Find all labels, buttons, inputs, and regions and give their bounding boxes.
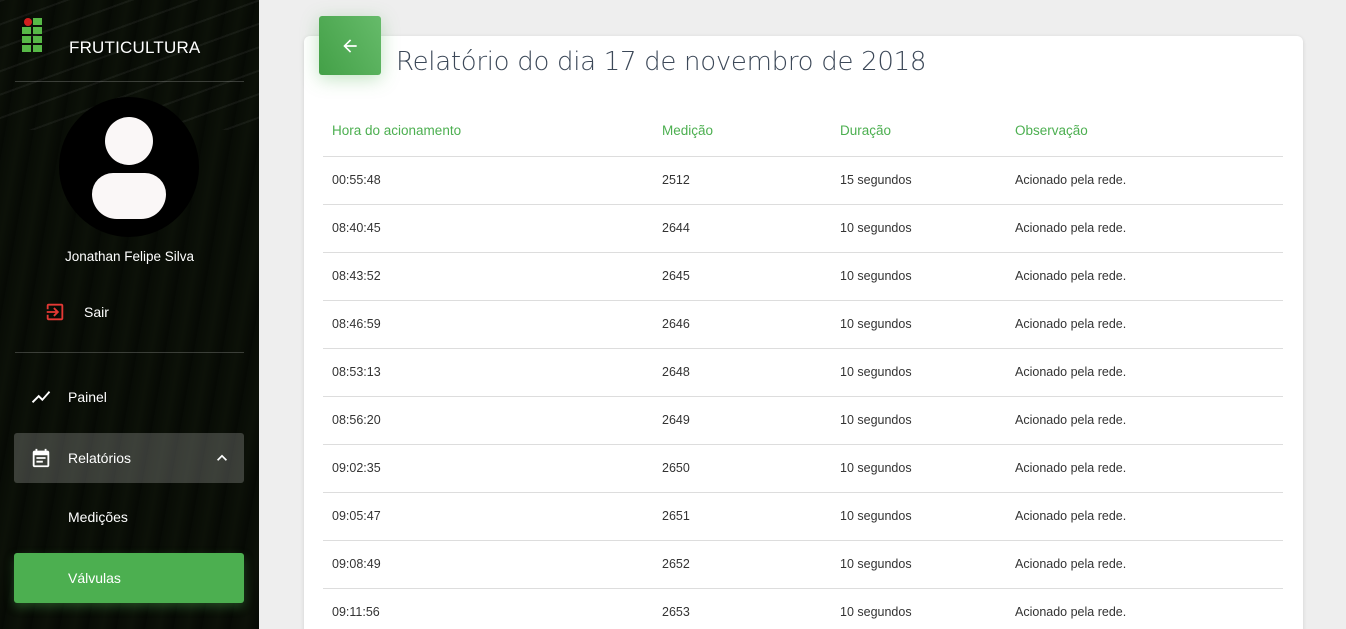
cell-time: 08:43:52 <box>323 252 653 301</box>
table-row: 08:46:59 2646 10 segundos Acionado pela … <box>323 300 1283 349</box>
table-row: 09:05:47 2651 10 segundos Acionado pela … <box>323 492 1283 541</box>
cell-duration: 10 segundos <box>831 204 1006 253</box>
chevron-up-icon[interactable] <box>212 448 232 471</box>
avatar <box>59 97 199 237</box>
cell-measurement: 2653 <box>653 588 831 629</box>
nav-item-valvulas[interactable]: Válvulas <box>14 553 244 603</box>
logo-icon <box>22 18 48 52</box>
logout-button[interactable]: Sair <box>44 298 234 326</box>
table-row: 09:02:35 2650 10 segundos Acionado pela … <box>323 444 1283 493</box>
cell-duration: 10 segundos <box>831 492 1006 541</box>
cell-duration: 10 segundos <box>831 348 1006 397</box>
user-name: Jonathan Felipe Silva <box>64 249 195 264</box>
cell-measurement: 2651 <box>653 492 831 541</box>
cell-time: 09:11:56 <box>323 588 653 629</box>
nav-label-valvulas: Válvulas <box>68 570 121 586</box>
table-header-row: Hora do acionamento Medição Duração Obse… <box>323 105 1283 157</box>
column-header: Medição <box>653 105 831 157</box>
nav-label-painel: Painel <box>68 389 107 405</box>
column-header: Observação <box>1006 105 1283 157</box>
divider <box>15 81 244 82</box>
cell-duration: 10 segundos <box>831 252 1006 301</box>
cell-time: 00:55:48 <box>323 156 653 205</box>
cell-measurement: 2652 <box>653 540 831 589</box>
exit-icon <box>46 303 64 321</box>
table-row: 08:43:52 2645 10 segundos Acionado pela … <box>323 252 1283 301</box>
cell-measurement: 2646 <box>653 300 831 349</box>
cell-time: 08:40:45 <box>323 204 653 253</box>
cell-duration: 15 segundos <box>831 156 1006 205</box>
brand-name: FRUTICULTURA <box>69 38 201 57</box>
cell-duration: 10 segundos <box>831 444 1006 493</box>
cell-observation: Acionado pela rede. <box>1006 204 1283 253</box>
trending-icon <box>30 386 52 408</box>
cell-duration: 10 segundos <box>831 300 1006 349</box>
cell-observation: Acionado pela rede. <box>1006 300 1283 349</box>
nav-item-relatorios[interactable]: Relatórios <box>14 433 244 483</box>
cell-measurement: 2512 <box>653 156 831 205</box>
calendar-icon <box>30 447 52 469</box>
cell-measurement: 2645 <box>653 252 831 301</box>
nav-label-medicoes: Medições <box>68 509 128 525</box>
column-header: Duração <box>831 105 1006 157</box>
table-row: 08:53:13 2648 10 segundos Acionado pela … <box>323 348 1283 397</box>
back-button[interactable] <box>319 16 381 75</box>
table-row: 00:55:48 2512 15 segundos Acionado pela … <box>323 156 1283 205</box>
cell-time: 09:08:49 <box>323 540 653 589</box>
cell-observation: Acionado pela rede. <box>1006 492 1283 541</box>
cell-measurement: 2649 <box>653 396 831 445</box>
cell-time: 09:05:47 <box>323 492 653 541</box>
column-header: Hora do acionamento <box>323 105 653 157</box>
cell-measurement: 2648 <box>653 348 831 397</box>
cell-measurement: 2650 <box>653 444 831 493</box>
cell-duration: 10 segundos <box>831 396 1006 445</box>
cell-observation: Acionado pela rede. <box>1006 540 1283 589</box>
page-title: Relatório do dia 17 de novembro de 2018 <box>396 47 927 77</box>
nav-label-relatorios: Relatórios <box>68 450 132 466</box>
cell-observation: Acionado pela rede. <box>1006 588 1283 629</box>
cell-time: 09:02:35 <box>323 444 653 493</box>
table-row: 09:08:49 2652 10 segundos Acionado pela … <box>323 540 1283 589</box>
nav-item-painel[interactable]: Painel <box>14 372 244 422</box>
nav-item-medicoes[interactable]: Medições <box>14 492 244 542</box>
cell-duration: 10 segundos <box>831 540 1006 589</box>
report-table: Hora do acionamento Medição Duração Obse… <box>323 105 1283 629</box>
cell-duration: 10 segundos <box>831 588 1006 629</box>
logout-label: Sair <box>84 304 109 320</box>
sidebar: FRUTICULTURA Jonathan Felipe Silva Sair … <box>0 0 259 629</box>
cell-measurement: 2644 <box>653 204 831 253</box>
divider <box>15 352 244 353</box>
cell-observation: Acionado pela rede. <box>1006 156 1283 205</box>
table-row: 08:56:20 2649 10 segundos Acionado pela … <box>323 396 1283 445</box>
cell-observation: Acionado pela rede. <box>1006 348 1283 397</box>
cell-time: 08:53:13 <box>323 348 653 397</box>
cell-time: 08:56:20 <box>323 396 653 445</box>
table-row: 08:40:45 2644 10 segundos Acionado pela … <box>323 204 1283 253</box>
cell-time: 08:46:59 <box>323 300 653 349</box>
cell-observation: Acionado pela rede. <box>1006 396 1283 445</box>
cell-observation: Acionado pela rede. <box>1006 444 1283 493</box>
arrow-left-icon <box>343 38 357 53</box>
brand[interactable]: FRUTICULTURA <box>22 18 242 58</box>
cell-observation: Acionado pela rede. <box>1006 252 1283 301</box>
table-row: 09:11:56 2653 10 segundos Acionado pela … <box>323 588 1283 629</box>
